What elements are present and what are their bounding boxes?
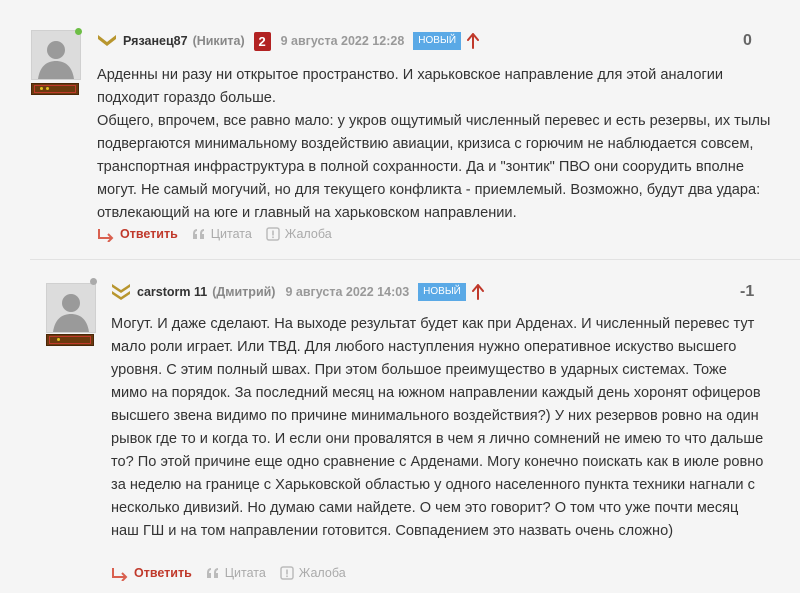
rank-chevron-icon bbox=[112, 284, 130, 300]
quote-icon bbox=[192, 229, 204, 239]
quote-icon bbox=[206, 568, 218, 578]
quote-label: Цитата bbox=[210, 227, 252, 241]
comment-paragraph: Могут. И даже сделают. На выходе результ… bbox=[111, 316, 764, 539]
comment: Рязанец87 (Никита) 2 9 августа 2022 12:2… bbox=[0, 0, 800, 258]
reply-button[interactable]: Ответить bbox=[97, 226, 178, 242]
username-link[interactable]: carstorm 11 bbox=[137, 285, 207, 299]
avatar[interactable] bbox=[46, 283, 96, 333]
report-button[interactable]: Жалоба bbox=[280, 566, 346, 580]
reply-label: Ответить bbox=[120, 227, 178, 241]
report-icon bbox=[266, 227, 280, 241]
real-name: (Никита) bbox=[192, 34, 245, 48]
comment-paragraph: Арденны ни разу ни открытое пространство… bbox=[97, 67, 724, 106]
reply-arrow-icon bbox=[112, 568, 128, 581]
avatar[interactable] bbox=[31, 30, 81, 80]
report-label: Жалоба bbox=[298, 566, 346, 580]
comment-body: Арденны ни разу ни открытое пространство… bbox=[97, 64, 777, 225]
vote-up-arrow-icon[interactable] bbox=[471, 284, 484, 300]
quote-button[interactable]: Цитата bbox=[192, 227, 252, 241]
report-button[interactable]: Жалоба bbox=[266, 227, 332, 241]
comment-score: 0 bbox=[743, 32, 752, 49]
quote-label: Цитата bbox=[224, 566, 266, 580]
report-icon bbox=[280, 566, 294, 580]
new-badge: НОВЫЙ bbox=[418, 283, 466, 301]
reply-button[interactable]: Ответить bbox=[111, 565, 192, 581]
real-name: (Дмитрий) bbox=[212, 285, 276, 299]
vote-up-arrow-icon[interactable] bbox=[467, 33, 480, 49]
new-badge: НОВЫЙ bbox=[413, 32, 462, 50]
comment-paragraph: Общего, впрочем, все равно мало: у укров… bbox=[97, 113, 771, 221]
online-status-icon bbox=[75, 28, 82, 35]
quote-button[interactable]: Цитата bbox=[206, 566, 266, 580]
online-status-icon bbox=[90, 278, 97, 285]
comment-body: Могут. И даже сделают. На выходе результ… bbox=[111, 313, 766, 543]
report-label: Жалоба bbox=[284, 227, 332, 241]
comment-score: -1 bbox=[740, 283, 755, 300]
comment-date[interactable]: 9 августа 2022 14:03 bbox=[285, 285, 409, 299]
reply-arrow-icon bbox=[98, 229, 114, 242]
divider bbox=[30, 259, 800, 260]
reply-label: Ответить bbox=[134, 566, 192, 580]
rank-insignia-icon bbox=[46, 334, 94, 346]
comment: carstorm 11 (Дмитрий) 9 августа 2022 14:… bbox=[0, 262, 800, 593]
user-level-badge: 2 bbox=[253, 31, 271, 51]
username-link[interactable]: Рязанец87 bbox=[123, 34, 188, 48]
rank-chevron-icon bbox=[98, 35, 116, 46]
comment-date[interactable]: 9 августа 2022 12:28 bbox=[281, 34, 405, 48]
rank-insignia-icon bbox=[31, 83, 79, 95]
